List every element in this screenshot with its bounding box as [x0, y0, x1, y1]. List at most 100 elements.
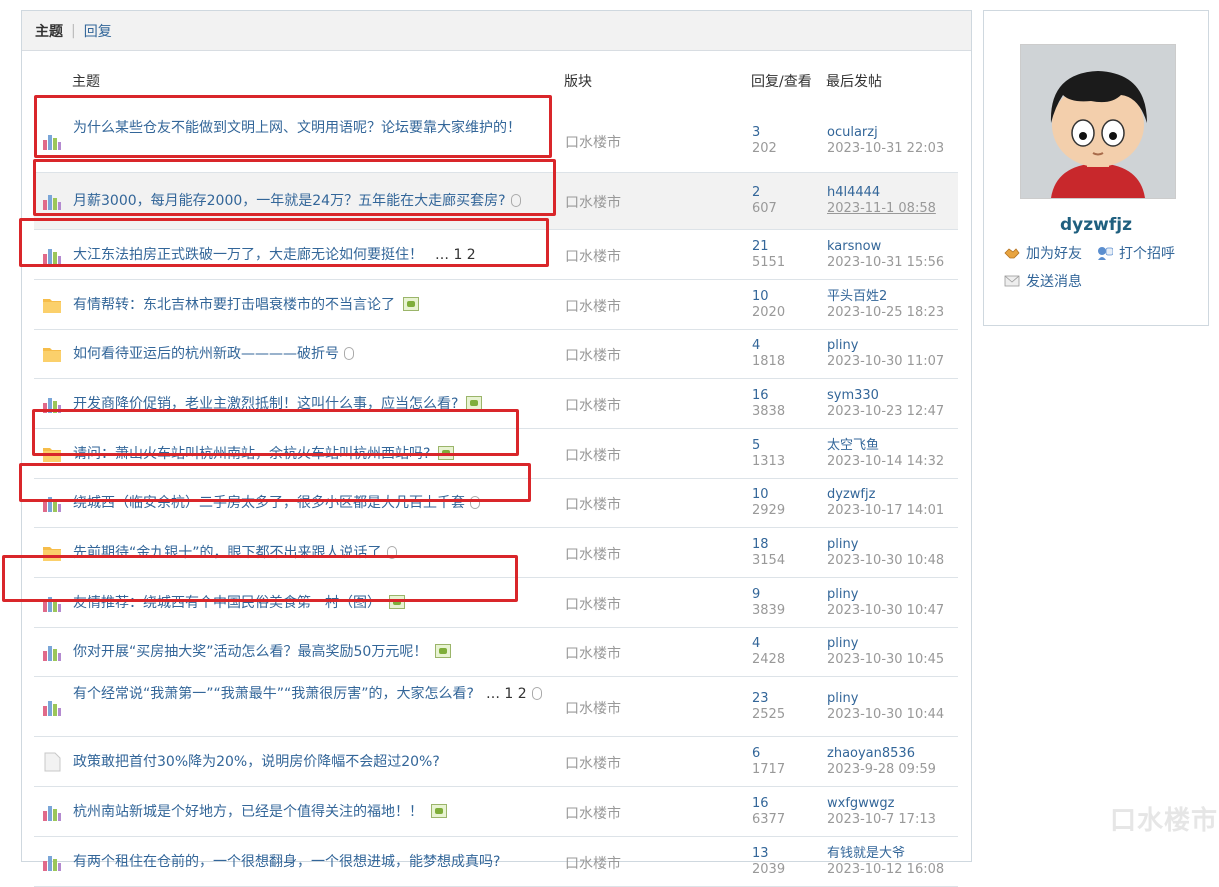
last-post-time[interactable]: 2023-10-31 22:03 [827, 141, 944, 157]
thread-title-link[interactable]: 政策敢把首付30%降为20%，说明房价降幅不会超过20%? [73, 754, 440, 770]
avatar[interactable] [1020, 44, 1176, 199]
table-row: 有情帮转：东北吉林市要打击唱衰楼市的不当言论了 口水楼市 10 2020 平头百姓2 20… [34, 280, 958, 330]
forum-link[interactable]: 口水楼市 [565, 494, 621, 514]
last-post-time[interactable]: 2023-10-25 18:23 [827, 305, 944, 321]
last-post-time[interactable]: 2023-10-31 15:56 [827, 255, 944, 271]
reply-count[interactable]: 18 [752, 537, 785, 553]
highlight-box [32, 409, 519, 456]
reply-count[interactable]: 2 [752, 185, 777, 201]
reply-view-counts: 10 2929 [752, 487, 785, 519]
reply-count[interactable]: 4 [752, 338, 785, 354]
last-post-user[interactable]: 平头百姓2 [827, 289, 944, 305]
image-icon [431, 803, 447, 818]
forum-link[interactable]: 口水楼市 [565, 594, 621, 614]
table-row: 有个经常说“我萧第一”“我萧最牛”“我萧很厉害”的，大家怎么看? … 1 2 口水楼… [34, 677, 958, 737]
send-message-button[interactable]: 发送消息 [1004, 271, 1082, 291]
reply-count[interactable]: 10 [752, 487, 785, 503]
profile-username[interactable]: dyzwfjz [984, 215, 1208, 235]
say-hi-button[interactable]: 打个招呼 [1097, 243, 1175, 263]
last-post-time[interactable]: 2023-10-30 10:48 [827, 553, 944, 569]
last-post-time[interactable]: 2023-10-7 17:13 [827, 812, 936, 828]
forum-link[interactable]: 口水楼市 [565, 296, 621, 316]
last-post-user[interactable]: 太空飞鱼 [827, 438, 944, 454]
last-post-user[interactable]: h4l4444 [827, 185, 936, 201]
reply-view-counts: 4 1818 [752, 338, 785, 370]
last-post-time[interactable]: 2023-10-12 16:08 [827, 862, 944, 878]
handshake-icon [1004, 246, 1020, 260]
last-post-time[interactable]: 2023-10-23 12:47 [827, 404, 944, 420]
last-post-time[interactable]: 2023-10-30 10:44 [827, 707, 944, 723]
last-post-user[interactable]: sym330 [827, 388, 944, 404]
reply-count[interactable]: 13 [752, 846, 785, 862]
last-post: zhaoyan8536 2023-9-28 09:59 [827, 746, 936, 778]
add-friend-button[interactable]: 加为好友 [1004, 243, 1082, 263]
last-post-user[interactable]: 有钱就是大爷 [827, 846, 944, 862]
forum-link[interactable]: 口水楼市 [565, 246, 621, 266]
view-count: 2039 [752, 861, 786, 877]
thread-title-link[interactable]: 如何看待亚运后的杭州新政————破折号 [73, 346, 339, 362]
forum-link[interactable]: 口水楼市 [565, 192, 621, 212]
thread-title-link[interactable]: 你对开展“买房抽大奖”活动怎么看？最高奖励50万元呢！ [73, 644, 427, 660]
forum-link[interactable]: 口水楼市 [565, 853, 621, 873]
reply-count[interactable]: 16 [752, 796, 785, 812]
last-post-user[interactable]: wxfgwwgz [827, 796, 936, 812]
last-post-time[interactable]: 2023-10-30 10:47 [827, 603, 944, 619]
reply-count[interactable]: 3 [752, 125, 777, 141]
view-count: 202 [752, 140, 777, 156]
reply-count[interactable]: 16 [752, 388, 785, 404]
forum-link[interactable]: 口水楼市 [565, 132, 621, 152]
thread-title-link[interactable]: 有个经常说“我萧第一”“我萧最牛”“我萧很厉害”的，大家怎么看? [73, 686, 474, 702]
add-friend-label: 加为好友 [1026, 246, 1082, 262]
tab-replies[interactable]: 回复 [84, 21, 112, 41]
thread-title-link[interactable]: 杭州南站新城是个好地方，已经是个值得关注的福地！！ [73, 804, 423, 820]
last-post-user[interactable]: pliny [827, 537, 944, 553]
last-post-user[interactable]: dyzwfjz [827, 487, 944, 503]
last-post-user[interactable]: zhaoyan8536 [827, 746, 936, 762]
last-post: ocularzj 2023-10-31 22:03 [827, 125, 944, 157]
image-icon [403, 296, 419, 311]
tab-topics[interactable]: 主题 [35, 21, 63, 41]
thread-title-cell: 有个经常说“我萧第一”“我萧最牛”“我萧很厉害”的，大家怎么看? … 1 2 [73, 683, 543, 705]
thread-title-link[interactable]: 有情帮转：东北吉林市要打击唱衰楼市的不当言论了 [73, 297, 395, 313]
last-post: 有钱就是大爷 2023-10-12 16:08 [827, 846, 944, 878]
last-post-user[interactable]: ocularzj [827, 125, 944, 141]
reply-count[interactable]: 4 [752, 636, 785, 652]
reply-count[interactable]: 9 [752, 587, 785, 603]
forum-link[interactable]: 口水楼市 [565, 643, 621, 663]
reply-count[interactable]: 21 [752, 239, 785, 255]
forum-link[interactable]: 口水楼市 [565, 803, 621, 823]
view-count: 2428 [752, 652, 786, 667]
header-forum: 版块 [564, 74, 592, 90]
last-post-time[interactable]: 2023-10-17 14:01 [827, 503, 944, 519]
last-post-user[interactable]: pliny [827, 691, 944, 707]
reply-count[interactable]: 10 [752, 289, 785, 305]
last-post-time[interactable]: 2023-10-30 11:07 [827, 354, 944, 370]
view-count: 607 [752, 201, 777, 216]
forum-link[interactable]: 口水楼市 [565, 698, 621, 718]
table-row: 如何看待亚运后的杭州新政————破折号 口水楼市 4 1818 pliny 2023-10… [34, 330, 958, 379]
attachment-icon [531, 687, 542, 700]
last-post-user[interactable]: karsnow [827, 239, 944, 255]
reply-count[interactable]: 6 [752, 746, 785, 762]
header-last: 最后发帖 [826, 74, 882, 90]
forum-link[interactable]: 口水楼市 [565, 395, 621, 415]
forum-link[interactable]: 口水楼市 [565, 544, 621, 564]
page-links[interactable]: … 1 2 [486, 686, 527, 702]
reply-count[interactable]: 5 [752, 438, 785, 454]
last-post-time[interactable]: 2023-10-14 14:32 [827, 454, 944, 470]
last-post-time[interactable]: 2023-9-28 09:59 [827, 762, 936, 778]
forum-link[interactable]: 口水楼市 [565, 753, 621, 773]
last-post: pliny 2023-10-30 11:07 [827, 338, 944, 370]
last-post-user[interactable]: pliny [827, 587, 944, 603]
say-hi-label: 打个招呼 [1119, 246, 1175, 262]
last-post-time[interactable]: 2023-11-1 08:58 [827, 201, 936, 217]
view-count: 2929 [752, 503, 786, 518]
last-post-user[interactable]: pliny [827, 338, 944, 354]
last-post-time[interactable]: 2023-10-30 10:45 [827, 652, 944, 668]
view-count: 2020 [752, 304, 786, 320]
forum-link[interactable]: 口水楼市 [565, 445, 621, 465]
forum-link[interactable]: 口水楼市 [565, 345, 621, 365]
last-post-user[interactable]: pliny [827, 636, 944, 652]
reply-count[interactable]: 23 [752, 691, 785, 707]
thread-title-link[interactable]: 有两个租住在仓前的，一个很想翻身，一个很想进城，能梦想成真吗? [73, 854, 500, 870]
